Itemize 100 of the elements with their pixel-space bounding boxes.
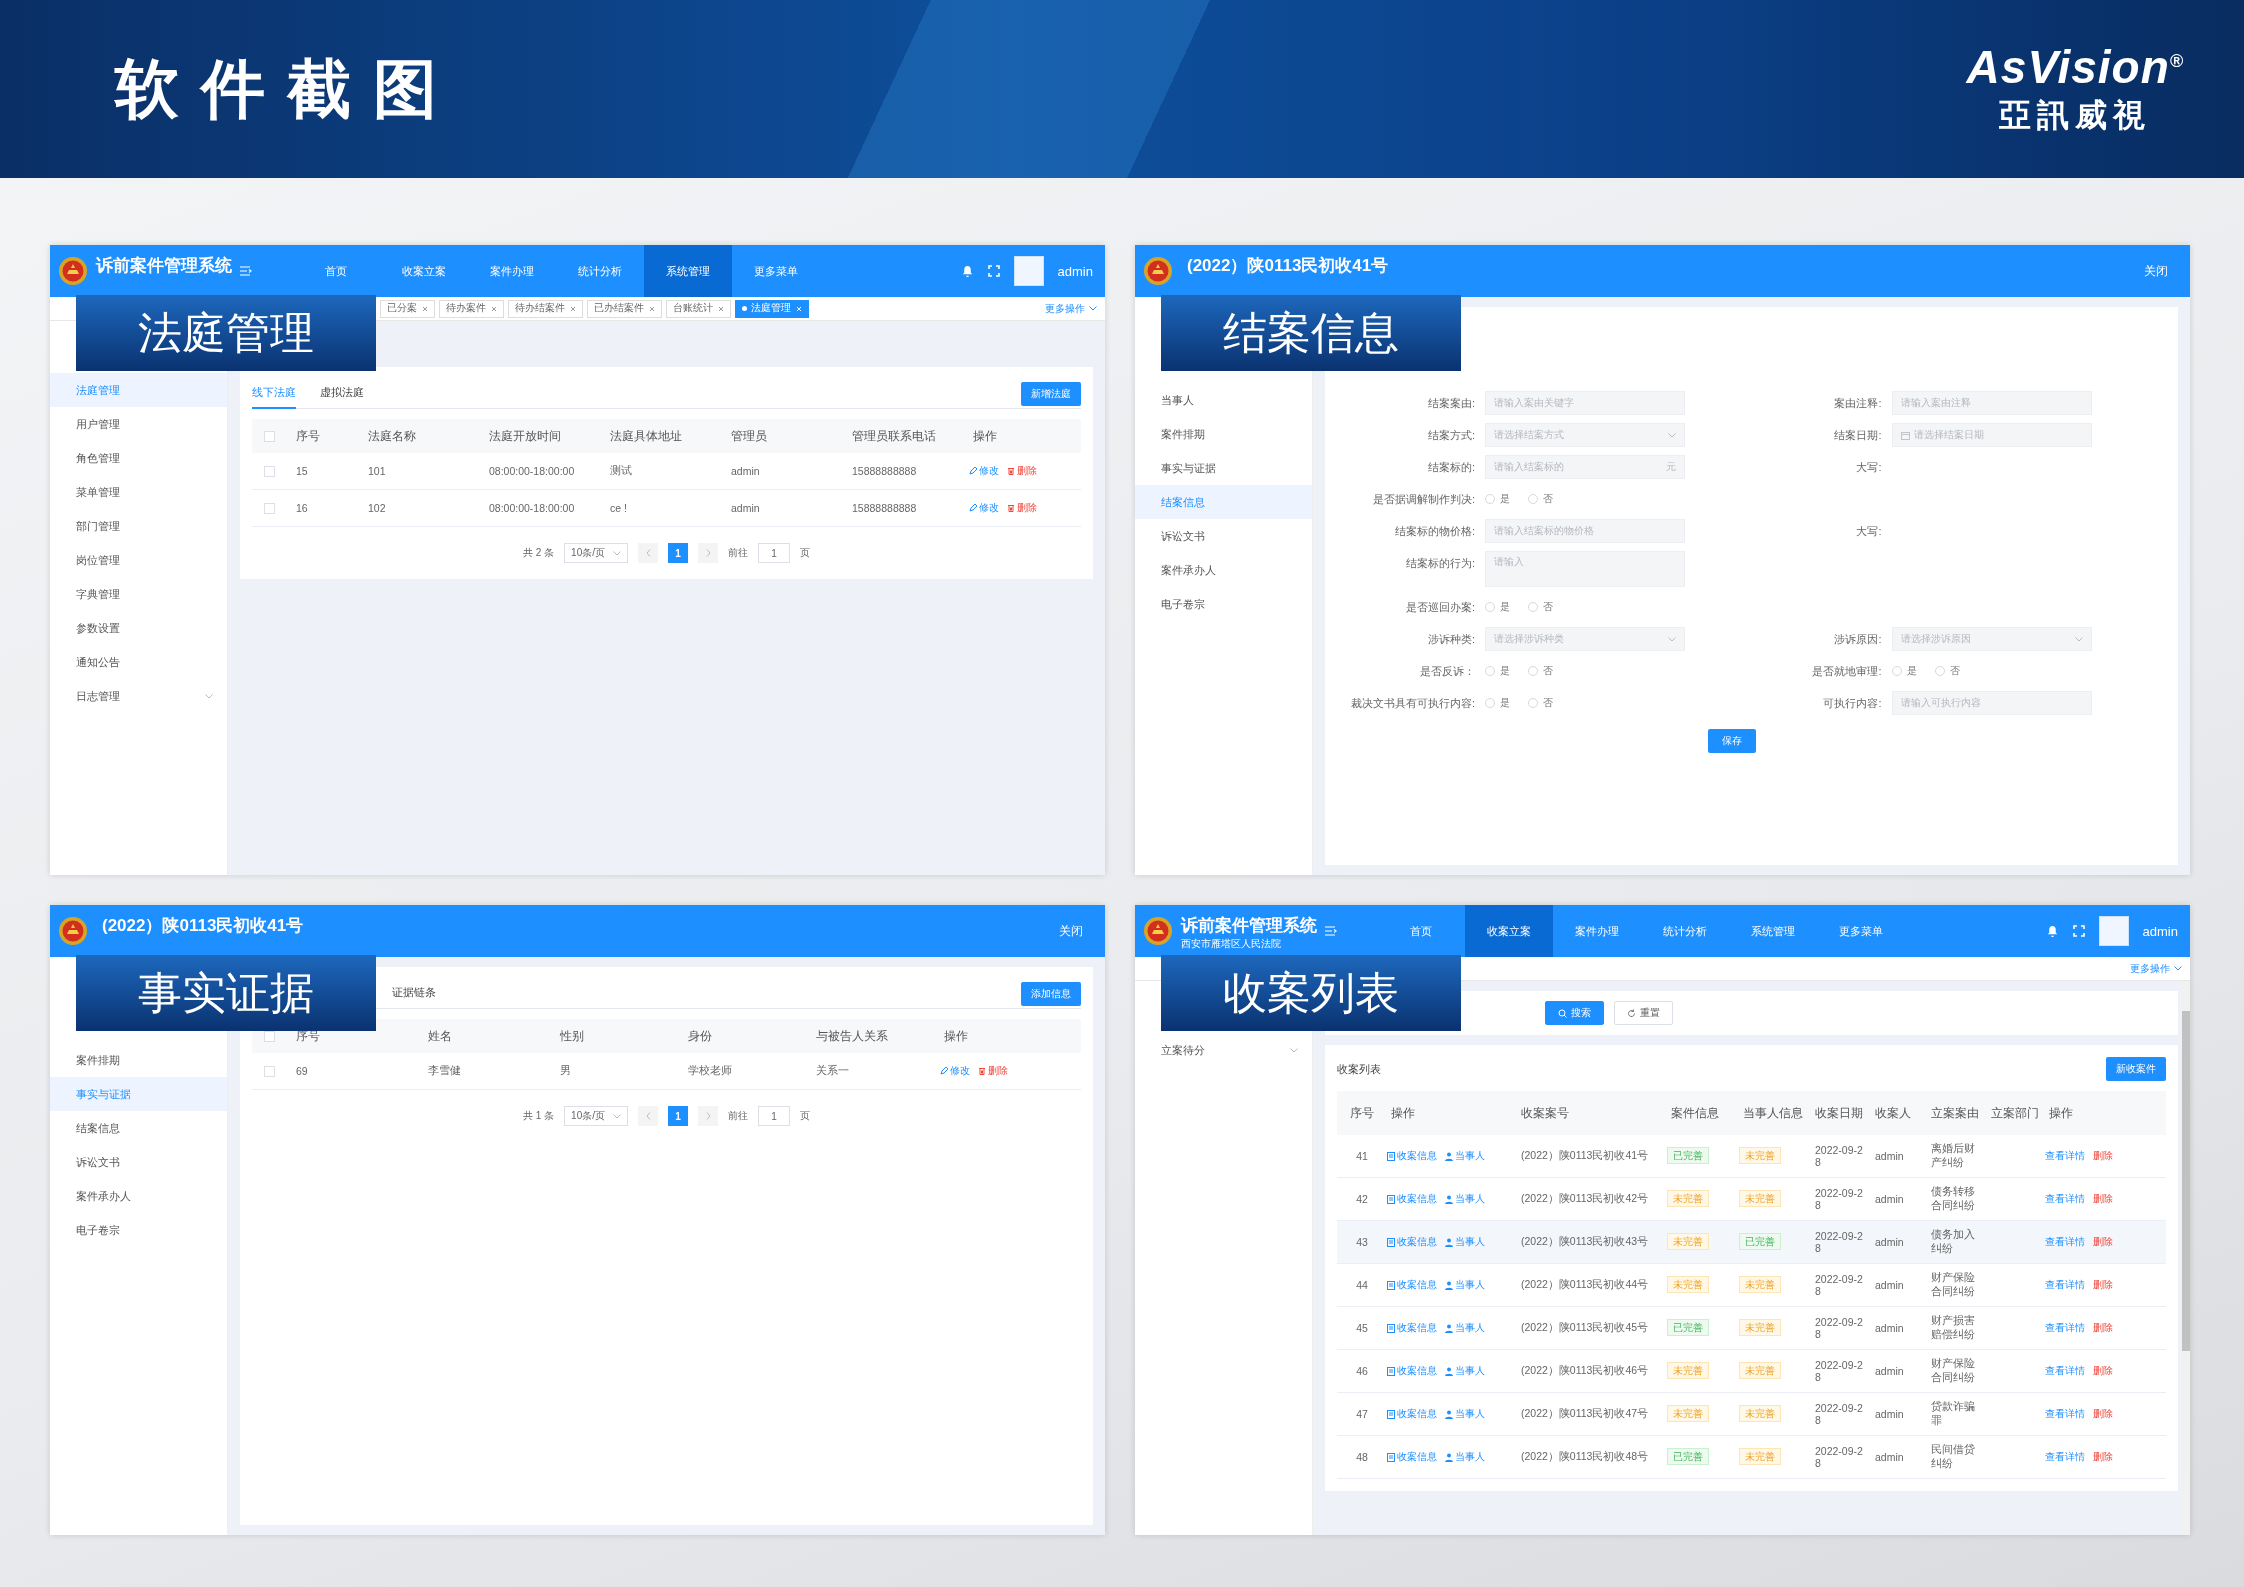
sidebar-item[interactable]: 日志管理 (50, 679, 227, 713)
new-case-button[interactable]: 新收案件 (2106, 1057, 2166, 1081)
nav-item[interactable]: 统计分析 (556, 245, 644, 297)
close-icon[interactable] (422, 305, 428, 312)
nav-item[interactable]: 更多菜单 (1817, 905, 1905, 957)
sidebar-item[interactable]: 电子卷宗 (50, 1213, 227, 1247)
view-details-link[interactable]: 查看详情 (2045, 1321, 2085, 1335)
radio-option[interactable]: 否 (1528, 600, 1553, 614)
delete-link[interactable]: 删除 (978, 1064, 1008, 1078)
close-icon[interactable] (718, 305, 724, 312)
party-link[interactable]: 当事人 (1445, 1235, 1485, 1249)
tab[interactable]: 虚拟法庭 (320, 378, 364, 409)
view-details-link[interactable]: 查看详情 (2045, 1235, 2085, 1249)
party-link[interactable]: 当事人 (1445, 1149, 1485, 1163)
view-details-link[interactable]: 查看详情 (2045, 1192, 2085, 1206)
page-input[interactable]: 1 (758, 543, 790, 563)
close-link[interactable]: 关闭 (1059, 905, 1093, 957)
case-info-link[interactable]: 收案信息 (1387, 1235, 1437, 1249)
nav-item[interactable]: 系统管理 (1729, 905, 1817, 957)
edit-link[interactable]: 修改 (940, 1064, 970, 1078)
nav-item[interactable]: 案件办理 (468, 245, 556, 297)
sidebar-item[interactable]: 结案信息 (1135, 485, 1312, 519)
nav-item[interactable]: 收案立案 (1465, 905, 1553, 957)
case-info-link[interactable]: 收案信息 (1387, 1364, 1437, 1378)
sidebar-item[interactable]: 案件排期 (50, 1043, 227, 1077)
delete-link[interactable]: 删除 (2093, 1149, 2113, 1163)
page-size-select[interactable]: 10条/页 (564, 1106, 628, 1126)
sidebar-item[interactable]: 法庭管理 (50, 373, 227, 407)
page-tag[interactable]: 待办案件 (439, 299, 504, 318)
sidebar-item[interactable]: 结案信息 (50, 1111, 227, 1145)
delete-link[interactable]: 删除 (1007, 501, 1037, 515)
page-input[interactable]: 1 (758, 1106, 790, 1126)
fullscreen-icon[interactable] (987, 265, 1000, 277)
nav-item[interactable]: 更多菜单 (732, 245, 820, 297)
radio-option[interactable]: 否 (1528, 696, 1553, 710)
delete-link[interactable]: 删除 (2093, 1407, 2113, 1421)
delete-link[interactable]: 删除 (2093, 1192, 2113, 1206)
sidebar-item[interactable]: 用户管理 (50, 407, 227, 441)
delete-link[interactable]: 删除 (2093, 1450, 2113, 1464)
radio-option[interactable]: 否 (1528, 664, 1553, 678)
party-link[interactable]: 当事人 (1445, 1278, 1485, 1292)
page-tag[interactable]: 已分案 (380, 299, 435, 318)
radio-option[interactable]: 是 (1485, 696, 1510, 710)
nav-item[interactable]: 系统管理 (644, 245, 732, 297)
case-info-link[interactable]: 收案信息 (1387, 1407, 1437, 1421)
page-button[interactable]: 1 (668, 543, 688, 563)
view-details-link[interactable]: 查看详情 (2045, 1278, 2085, 1292)
sidebar-item[interactable]: 事实与证据 (50, 1077, 227, 1111)
row-checkbox[interactable] (264, 502, 275, 514)
sidebar-item[interactable]: 当事人 (1135, 383, 1312, 417)
party-link[interactable]: 当事人 (1445, 1192, 1485, 1206)
delete-link[interactable]: 删除 (2093, 1235, 2113, 1249)
bell-icon[interactable] (960, 264, 974, 278)
avatar[interactable] (2098, 916, 2129, 946)
sidebar-item[interactable]: 菜单管理 (50, 475, 227, 509)
delete-link[interactable]: 删除 (1007, 464, 1037, 478)
sidebar-item[interactable]: 事实与证据 (1135, 451, 1312, 485)
delete-link[interactable]: 删除 (2093, 1278, 2113, 1292)
radio-option[interactable]: 是 (1485, 664, 1510, 678)
select-all-checkbox[interactable] (264, 430, 275, 442)
party-link[interactable]: 当事人 (1445, 1321, 1485, 1335)
more-actions-link[interactable]: 更多操作 (1045, 301, 1097, 316)
view-details-link[interactable]: 查看详情 (2045, 1149, 2085, 1163)
nav-item[interactable]: 首页 (1377, 905, 1465, 957)
edit-link[interactable]: 修改 (969, 501, 999, 515)
page-tag[interactable]: 台账统计 (666, 299, 731, 318)
row-checkbox[interactable] (264, 1065, 275, 1077)
view-details-link[interactable]: 查看详情 (2045, 1407, 2085, 1421)
nav-item[interactable]: 案件办理 (1553, 905, 1641, 957)
sidebar-item[interactable]: 电子卷宗 (1135, 587, 1312, 621)
page-tag[interactable]: 法庭管理 (735, 299, 809, 318)
user-name[interactable]: admin (1057, 263, 1093, 279)
row-checkbox[interactable] (264, 465, 275, 477)
party-link[interactable]: 当事人 (1445, 1364, 1485, 1378)
sidebar-item[interactable]: 参数设置 (50, 611, 227, 645)
page-tag[interactable]: 待办结案件 (508, 299, 583, 318)
sidebar-item[interactable]: 案件承办人 (50, 1179, 227, 1213)
case-info-link[interactable]: 收案信息 (1387, 1321, 1437, 1335)
radio-option[interactable]: 否 (1934, 664, 1960, 678)
delete-link[interactable]: 删除 (2093, 1321, 2113, 1335)
user-name[interactable]: admin (2142, 923, 2178, 939)
sidebar-item[interactable]: 角色管理 (50, 441, 227, 475)
radio-option[interactable]: 是 (1485, 600, 1510, 614)
case-info-link[interactable]: 收案信息 (1387, 1278, 1437, 1292)
view-details-link[interactable]: 查看详情 (2045, 1450, 2085, 1464)
sidebar-item[interactable]: 岗位管理 (50, 543, 227, 577)
close-icon[interactable] (570, 305, 576, 312)
nav-item[interactable]: 首页 (292, 245, 380, 297)
edit-link[interactable]: 修改 (969, 464, 999, 478)
sidebar-item[interactable]: 部门管理 (50, 509, 227, 543)
menu-icon[interactable] (1325, 926, 1337, 936)
page-button[interactable]: 1 (668, 1106, 688, 1126)
case-info-link[interactable]: 收案信息 (1387, 1192, 1437, 1206)
view-details-link[interactable]: 查看详情 (2045, 1364, 2085, 1378)
avatar[interactable] (1013, 256, 1044, 286)
case-info-link[interactable]: 收案信息 (1387, 1450, 1437, 1464)
tab[interactable]: 证据链条 (392, 978, 436, 1009)
table-row[interactable]: 43 收案信息 当事人 (2022）陕0113民初收43号 未完善 已完善 2022-09-28 admin 债务加入纠纷 查看详情 删除 (1337, 1221, 2166, 1264)
add-info-button[interactable]: 添加信息 (1021, 981, 1081, 1006)
sidebar-item[interactable]: 诉讼文书 (1135, 519, 1312, 553)
